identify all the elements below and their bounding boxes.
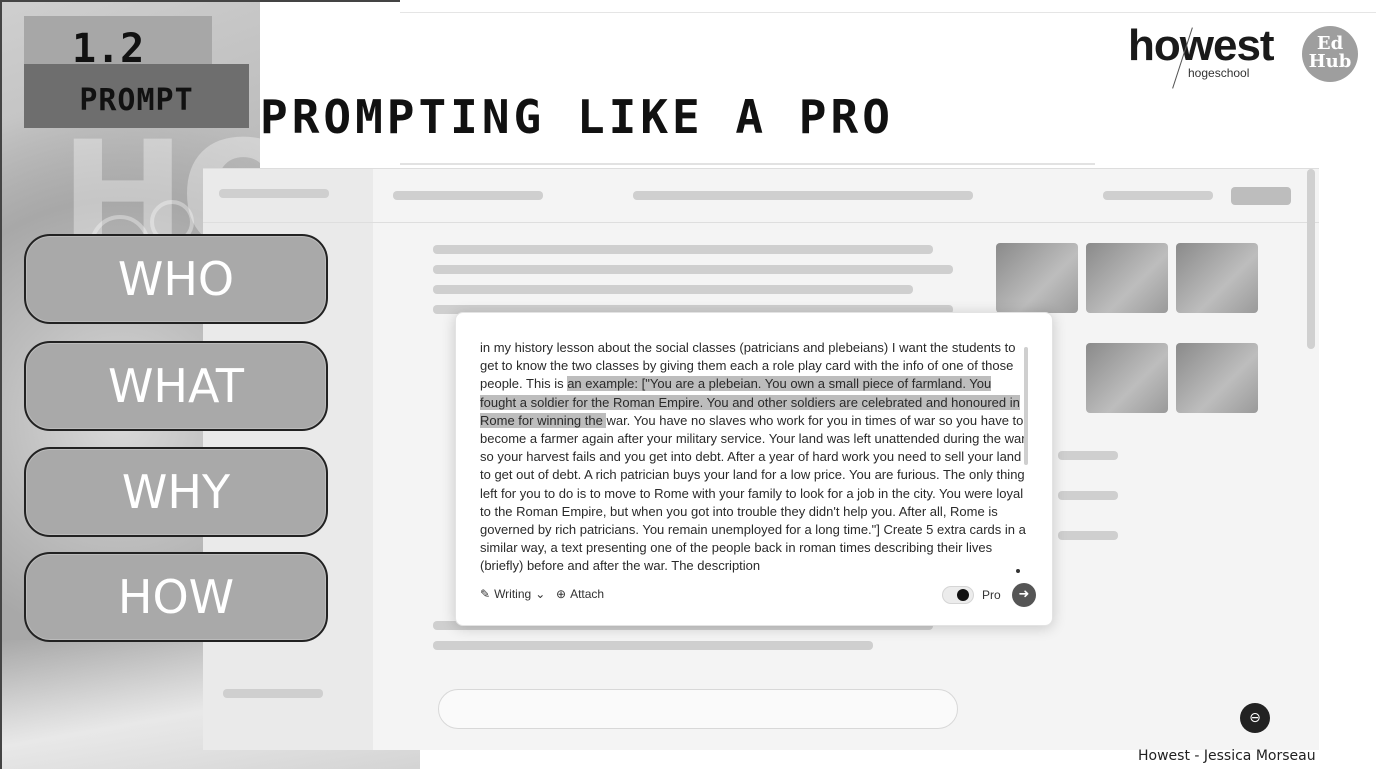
writing-label: Writing (494, 587, 532, 601)
frame-top-border (0, 0, 400, 2)
app-text-line (433, 641, 873, 650)
pro-toggle[interactable] (942, 586, 974, 604)
pro-label: Pro (982, 588, 1001, 602)
frame-left-border (0, 0, 2, 769)
page-title: PROMPTING LIKE A PRO (260, 90, 894, 144)
app-related-item (1058, 491, 1118, 500)
writing-mode-button[interactable]: ✎ Writing ⌄ (480, 587, 545, 601)
framework-how: HOW (24, 552, 328, 642)
app-topbar-item (393, 191, 543, 200)
app-text-line (433, 265, 953, 274)
edhub-line-2: Hub (1308, 51, 1352, 72)
framework-why: WHY (24, 447, 328, 537)
app-share-button (1231, 187, 1291, 205)
plus-circle-icon: ⊕ (556, 587, 567, 601)
framework-who: WHO (24, 234, 328, 324)
app-image-thumb (1086, 343, 1168, 413)
chat-bubble-icon[interactable]: ⊖ (1240, 703, 1270, 733)
arrow-right-icon: ➜ (1018, 587, 1030, 602)
app-topbar-item (633, 191, 973, 200)
top-divider (400, 12, 1376, 13)
prompt-toolbar: ✎ Writing ⌄ ⊕ Attach Pro ➜ (480, 583, 1036, 609)
app-text-line (433, 285, 913, 294)
cursor-dot (1016, 569, 1020, 573)
edhub-logo: Ed Hub (1302, 26, 1358, 82)
app-image-thumb (1176, 343, 1258, 413)
app-topbar (203, 169, 1319, 223)
app-image-thumb (996, 243, 1078, 313)
prompt-scrollbar[interactable] (1024, 347, 1028, 465)
slide-credit: Howest - Jessica Morseau (1138, 748, 1316, 764)
app-image-thumb (1176, 243, 1258, 313)
prompt-text-rest: war. You have no slaves who work for you… (480, 412, 1026, 574)
pen-icon: ✎ (480, 587, 491, 601)
section-tag: PROMPT (24, 64, 249, 128)
app-related-item (1058, 531, 1118, 540)
title-underline (400, 163, 1095, 165)
chevron-down-icon: ⌄ (535, 587, 546, 601)
app-user-placeholder (223, 689, 323, 698)
prompt-textarea[interactable]: in my history lesson about the social cl… (480, 339, 1026, 579)
attach-button[interactable]: ⊕ Attach (556, 587, 604, 601)
attach-label: Attach (570, 587, 605, 601)
howest-logo: howest hogeschool (1128, 22, 1288, 94)
app-image-thumb (1086, 243, 1168, 313)
send-button[interactable]: ➜ (1012, 583, 1036, 607)
pro-toggle-knob (957, 589, 969, 601)
prompt-input-box[interactable]: in my history lesson about the social cl… (455, 312, 1053, 626)
app-related-item (1058, 451, 1118, 460)
app-topbar-item (1103, 191, 1213, 200)
app-followup-input (438, 689, 958, 729)
framework-what: WHAT (24, 341, 328, 431)
app-scrollbar (1307, 169, 1315, 349)
howest-wordmark: howest (1128, 21, 1275, 70)
app-text-line (433, 245, 933, 254)
